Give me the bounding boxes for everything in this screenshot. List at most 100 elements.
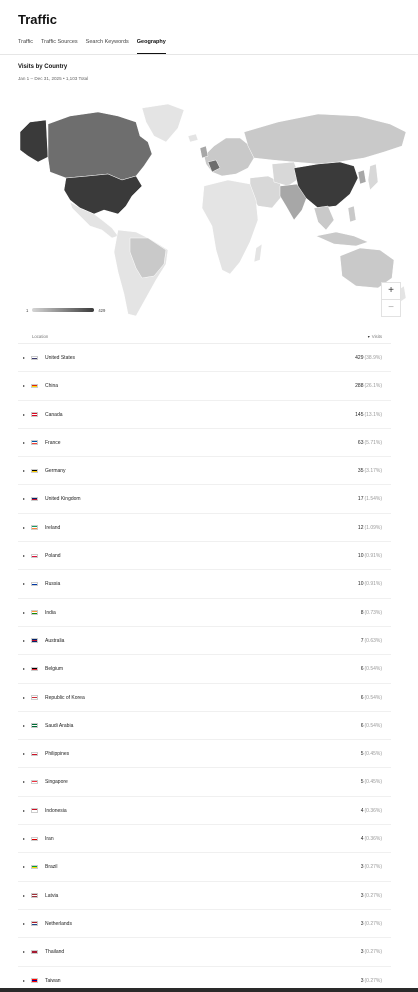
tab-search-keywords[interactable]: Search Keywords (86, 37, 129, 54)
map-region-uk[interactable] (199, 145, 209, 159)
table-row[interactable]: ▸ Latvia 3(0.27%) (18, 882, 391, 910)
expand-caret-icon[interactable]: ▸ (23, 468, 25, 473)
map-region-alaska[interactable] (19, 119, 49, 163)
legend-gradient-bar (32, 308, 95, 312)
visits-percent: (0.54%) (364, 666, 382, 673)
visits-percent: (0.27%) (364, 949, 382, 956)
map-region-korea[interactable] (357, 169, 367, 185)
expand-caret-icon[interactable]: ▸ (23, 921, 25, 926)
visits-percent: (0.91%) (364, 581, 382, 588)
table-row[interactable]: ▸ Poland 10(0.91%) (18, 542, 391, 571)
visits-percent: (0.63%) (364, 637, 382, 644)
expand-caret-icon[interactable]: ▸ (23, 808, 25, 813)
expand-caret-icon[interactable]: ▸ (23, 949, 25, 954)
country-flag-icon (31, 808, 38, 813)
map-region-philippines[interactable] (347, 205, 357, 223)
table-row[interactable]: ▸ Saudi Arabia 6(0.54%) (18, 712, 391, 741)
expand-caret-icon[interactable]: ▸ (23, 723, 25, 728)
visits-value: 429(38.9%) (355, 355, 382, 361)
table-row[interactable]: ▸ Iran 4(0.36%) (18, 825, 391, 854)
map-region-russia[interactable] (243, 113, 407, 165)
map-region-canada[interactable] (47, 111, 153, 181)
visits-percent: (0.45%) (364, 751, 382, 758)
visits-count: 63 (357, 439, 364, 446)
map-region-iceland[interactable] (187, 133, 199, 143)
country-flag-icon (31, 638, 38, 643)
zoom-out-button[interactable]: − (381, 299, 401, 317)
expand-caret-icon[interactable]: ▸ (23, 496, 25, 501)
table-row[interactable]: ▸ Australia 7(0.63%) (18, 627, 391, 656)
country-flag-icon (31, 581, 38, 587)
table-row[interactable]: ▸ United States 429(38.9%) (18, 344, 391, 373)
world-map-svg[interactable] (18, 102, 408, 320)
table-row[interactable]: ▸ China 288(26.1%) (18, 372, 391, 401)
map-region-greenland[interactable] (141, 103, 185, 143)
visits-count: 12 (357, 524, 364, 531)
visits-percent: (0.91%) (364, 553, 382, 560)
map-region-southeast-asia[interactable] (313, 205, 335, 231)
expand-caret-icon[interactable]: ▸ (23, 412, 25, 417)
table-row[interactable]: ▸ Philippines 5(0.45%) (18, 740, 391, 769)
table-row[interactable]: ▸ United Kingdom 17(1.54%) (18, 485, 391, 514)
expand-caret-icon[interactable]: ▸ (23, 666, 25, 671)
tab-traffic-sources[interactable]: Traffic Sources (41, 37, 78, 54)
map-region-africa[interactable] (201, 179, 259, 275)
expand-caret-icon[interactable]: ▸ (23, 695, 25, 700)
visits-value: 4(0.36%) (361, 836, 382, 842)
visits-value: 145(13.1%) (355, 412, 382, 418)
expand-caret-icon[interactable]: ▸ (23, 440, 25, 445)
visits-percent: (5.71%) (364, 439, 382, 446)
table-row[interactable]: ▸ Germany 35(3.17%) (18, 457, 391, 486)
world-choropleth-map[interactable] (18, 102, 408, 320)
table-row[interactable]: ▸ Netherlands 3(0.27%) (18, 910, 391, 939)
map-legend: 1 429 (26, 306, 105, 314)
map-region-madagascar[interactable] (253, 243, 263, 263)
expand-caret-icon[interactable]: ▸ (23, 836, 25, 841)
column-header-visits[interactable]: ▾ Visits (368, 334, 382, 339)
table-row[interactable]: ▸ France 63(5.71%) (18, 429, 391, 458)
expand-caret-icon[interactable]: ▸ (23, 751, 25, 756)
visits-value: 35(3.17%) (358, 468, 382, 474)
visits-value: 17(1.54%) (358, 496, 382, 502)
expand-caret-icon[interactable]: ▸ (23, 581, 25, 586)
table-row[interactable]: ▸ Canada 145(13.1%) (18, 401, 391, 429)
country-name: Belgium (45, 666, 64, 673)
expand-caret-icon[interactable]: ▸ (23, 779, 25, 784)
expand-caret-icon[interactable]: ▸ (23, 638, 25, 643)
expand-caret-icon[interactable]: ▸ (23, 610, 25, 615)
visits-percent: (0.27%) (364, 920, 382, 927)
visits-count: 429 (355, 355, 364, 361)
column-header-location[interactable]: Location (32, 334, 48, 339)
table-row[interactable]: ▸ Russia 10(0.91%) (18, 570, 391, 599)
country-flag-icon (31, 553, 38, 559)
map-region-indonesia[interactable] (315, 231, 369, 247)
visits-percent: (3.17%) (364, 468, 382, 475)
tab-traffic[interactable]: Traffic (18, 37, 33, 54)
table-row[interactable]: ▸ Thailand 3(0.27%) (18, 938, 391, 967)
visits-value: 5(0.45%) (361, 751, 382, 757)
map-region-japan[interactable] (367, 163, 379, 191)
table-row[interactable]: ▸ India 8(0.73%) (18, 599, 391, 627)
expand-caret-icon[interactable]: ▸ (23, 355, 25, 360)
zoom-in-button[interactable]: + (381, 282, 401, 300)
table-row[interactable]: ▸ Singapore 5(0.45%) (18, 768, 391, 797)
table-row[interactable]: ▸ Indonesia 4(0.36%) (18, 797, 391, 826)
expand-caret-icon[interactable]: ▸ (23, 383, 25, 388)
expand-caret-icon[interactable]: ▸ (23, 893, 25, 898)
expand-caret-icon[interactable]: ▸ (23, 978, 25, 983)
expand-caret-icon[interactable]: ▸ (23, 553, 25, 558)
table-row[interactable]: ▸ Brazil 3(0.27%) (18, 853, 391, 882)
country-flag-icon (31, 695, 38, 700)
country-flag-icon (31, 836, 38, 842)
country-flag-icon (31, 496, 38, 502)
tab-geography[interactable]: Geography (136, 37, 166, 54)
expand-caret-icon[interactable]: ▸ (23, 864, 25, 869)
date-range-summary: Jan 1 – Dec 31, 2025 • 1,103 Total (18, 76, 89, 81)
table-row[interactable]: ▸ Belgium 6(0.54%) (18, 655, 391, 684)
bottom-scrollbar[interactable] (0, 988, 418, 992)
table-row[interactable]: ▸ Republic of Korea 6(0.54%) (18, 684, 391, 712)
visits-percent: (0.54%) (364, 722, 382, 729)
table-row[interactable]: ▸ Ireland 12(1.09%) (18, 514, 391, 543)
expand-caret-icon[interactable]: ▸ (23, 525, 25, 530)
country-flag-icon (31, 779, 38, 785)
